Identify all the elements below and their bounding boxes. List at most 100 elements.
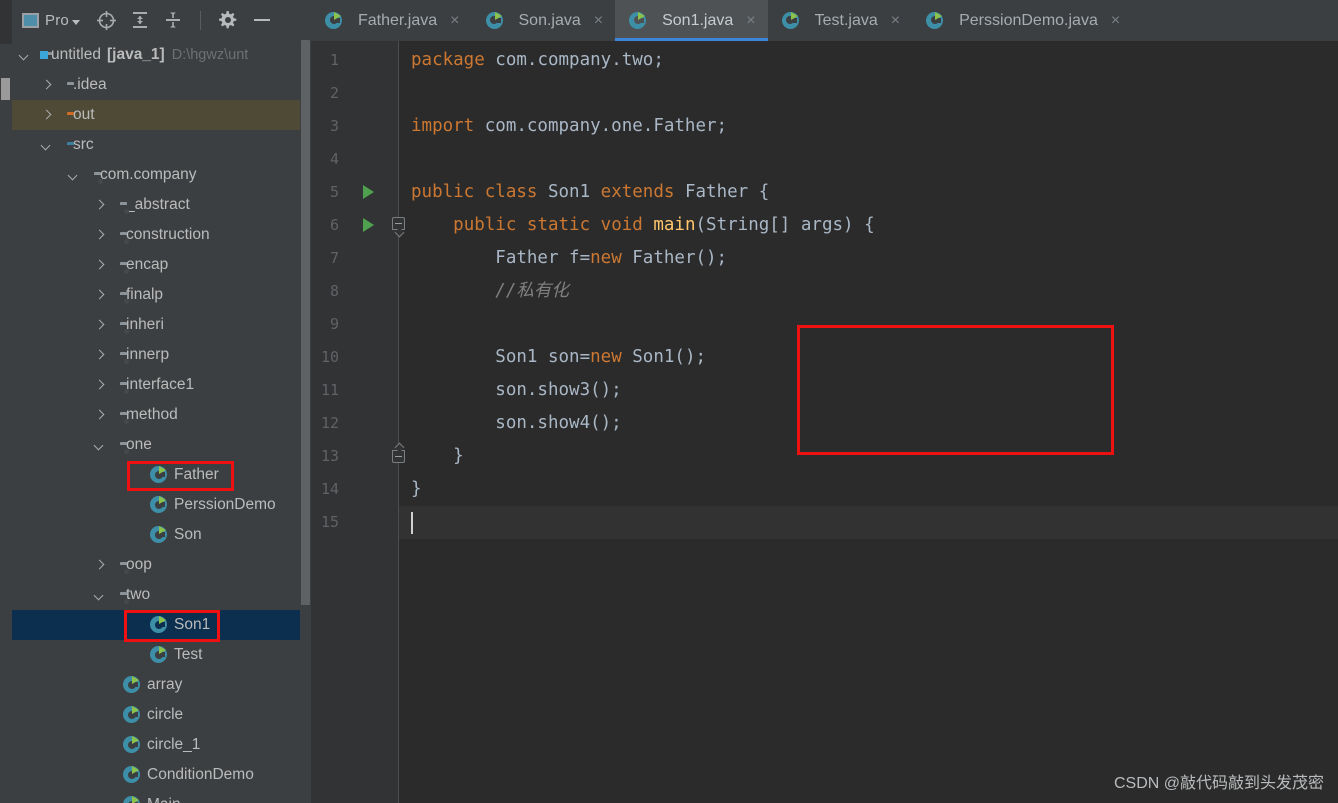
code-token: new	[590, 248, 622, 268]
tree-row-encap[interactable]: encap	[12, 250, 311, 280]
tree-row-father[interactable]: Father	[12, 460, 311, 490]
tree-row--idea[interactable]: .idea	[12, 70, 311, 100]
code-token: son.show4();	[411, 413, 622, 433]
tree-row-interface1[interactable]: interface1	[12, 370, 311, 400]
chevron-right-icon[interactable]	[95, 230, 106, 241]
chevron-down-icon[interactable]	[95, 440, 106, 451]
chevron-right-icon[interactable]	[95, 350, 106, 361]
chevron-right-icon[interactable]	[95, 200, 106, 211]
line-number: 12	[320, 414, 339, 432]
code-line-7[interactable]: Father f=new Father();	[399, 242, 1338, 275]
tree-row-finalp[interactable]: finalp	[12, 280, 311, 310]
run-gutter-icon[interactable]	[363, 185, 374, 199]
code-token: main	[653, 215, 696, 235]
chevron-right-icon[interactable]	[42, 110, 53, 121]
chevron-right-icon[interactable]	[95, 560, 106, 571]
code-line-1[interactable]: package com.company.two;	[399, 44, 1338, 77]
code-line-14[interactable]: }	[399, 473, 1338, 506]
code-line-11[interactable]: son.show3();	[399, 374, 1338, 407]
tree-row-circle[interactable]: circle	[12, 700, 311, 730]
java-class-icon	[123, 706, 141, 724]
tree-row-son[interactable]: Son	[12, 520, 311, 550]
line-number: 4	[329, 150, 339, 168]
chevron-right-icon[interactable]	[95, 410, 106, 421]
editor-tab-father-java[interactable]: Father.java ×	[311, 0, 472, 41]
code-pane[interactable]: 1 2 3 4 5 6 7 8 9 10 11 12 13 14 15 package com.compan…	[311, 41, 1338, 803]
chevron-right-icon[interactable]	[95, 380, 106, 391]
project-title-button[interactable]: Pro	[22, 12, 80, 29]
java-class-icon	[150, 526, 168, 544]
code-line-13[interactable]: }	[399, 440, 1338, 473]
line-number: 11	[320, 381, 339, 399]
tree-row-one[interactable]: one	[12, 430, 311, 460]
tree-row-two[interactable]: two	[12, 580, 311, 610]
tree-row-innerp[interactable]: innerp	[12, 340, 311, 370]
locate-icon[interactable]	[96, 6, 117, 34]
tab-label: PerssionDemo.java	[959, 11, 1098, 29]
chevron-right-icon[interactable]	[95, 290, 106, 301]
tree-row-oop[interactable]: oop	[12, 550, 311, 580]
code-line-10[interactable]: Son1 son=new Son1();	[399, 341, 1338, 374]
tree-row-untitled[interactable]: untitled [java_1] D:\hgwz\unt	[12, 40, 311, 70]
close-icon[interactable]: ×	[746, 12, 755, 29]
expand-all-icon[interactable]	[130, 6, 150, 34]
line-number: 2	[329, 84, 339, 102]
run-gutter-icon[interactable]	[363, 218, 374, 232]
close-icon[interactable]: ×	[450, 12, 459, 29]
tree-row-label: method	[126, 406, 178, 423]
chevron-right-icon[interactable]	[95, 320, 106, 331]
tree-row-inheri[interactable]: inheri	[12, 310, 311, 340]
tree-row-perssiondemo[interactable]: PerssionDemo	[12, 490, 311, 520]
code-text[interactable]: package com.company.two; import com.compa…	[399, 41, 1338, 803]
chevron-down-icon[interactable]	[69, 170, 80, 181]
code-line-4[interactable]	[399, 143, 1338, 176]
code-line-3[interactable]: import com.company.one.Father;	[399, 110, 1338, 143]
chevron-down-icon[interactable]	[42, 140, 53, 151]
tab-label: Test.java	[814, 11, 878, 29]
tree-row-com-company[interactable]: com.company	[12, 160, 311, 190]
tree-row-conditiondemo[interactable]: ConditionDemo	[12, 760, 311, 790]
code-line-8[interactable]: //私有化	[399, 275, 1338, 308]
java-class-icon	[150, 466, 168, 484]
close-icon[interactable]: ×	[1111, 12, 1120, 29]
tree-row--abstract[interactable]: _abstract	[12, 190, 311, 220]
java-class-icon	[123, 766, 141, 784]
chevron-down-icon[interactable]	[20, 50, 31, 61]
editor-tab-son-java[interactable]: Son.java ×	[472, 0, 616, 41]
tree-row-main[interactable]: Main	[12, 790, 311, 803]
tree-row-label: oop	[126, 556, 152, 573]
tree-row-son1[interactable]: Son1	[12, 610, 311, 640]
code-line-5[interactable]: public class Son1 extends Father {	[399, 176, 1338, 209]
chevron-down-icon[interactable]	[95, 590, 106, 601]
tree-row-method[interactable]: method	[12, 400, 311, 430]
code-line-15[interactable]	[399, 506, 1338, 539]
chevron-down-icon[interactable]	[71, 20, 80, 25]
tree-row-construction[interactable]: construction	[12, 220, 311, 250]
code-line-2[interactable]	[399, 77, 1338, 110]
tree-row-test[interactable]: Test	[12, 640, 311, 670]
chevron-right-icon[interactable]	[95, 260, 106, 271]
tree-row-label: Son1	[174, 616, 211, 633]
collapse-all-icon[interactable]	[163, 6, 183, 34]
java-class-icon	[150, 496, 168, 514]
chevron-right-icon[interactable]	[42, 80, 53, 91]
gear-icon[interactable]	[218, 6, 238, 34]
tree-row-array[interactable]: array	[12, 670, 311, 700]
code-line-12[interactable]: son.show4();	[399, 407, 1338, 440]
code-line-6[interactable]: public static void main(String[] args) {	[399, 209, 1338, 242]
editor-gutter[interactable]: 1 2 3 4 5 6 7 8 9 10 11 12 13 14 15	[311, 41, 405, 803]
editor-tab-perssiondemo-java[interactable]: PerssionDemo.java ×	[912, 0, 1132, 41]
editor-tab-test-java[interactable]: Test.java ×	[768, 0, 912, 41]
java-class-icon	[629, 11, 647, 30]
minimize-icon[interactable]	[251, 6, 273, 34]
code-line-9[interactable]	[399, 308, 1338, 341]
code-token: public static void	[453, 215, 643, 235]
editor-tab-son1-java[interactable]: Son1.java ×	[615, 0, 768, 41]
editor-tab-bar[interactable]: Father.java × Son.java × Son1.java × Test.java…	[311, 0, 1338, 41]
close-icon[interactable]: ×	[891, 12, 900, 29]
tree-row-circle-1[interactable]: circle_1	[12, 730, 311, 760]
project-tree[interactable]: untitled [java_1] D:\hgwz\unt .idea out src co…	[12, 40, 311, 803]
tree-row-src[interactable]: src	[12, 130, 311, 160]
tree-row-out[interactable]: out	[12, 100, 311, 130]
close-icon[interactable]: ×	[594, 12, 603, 29]
